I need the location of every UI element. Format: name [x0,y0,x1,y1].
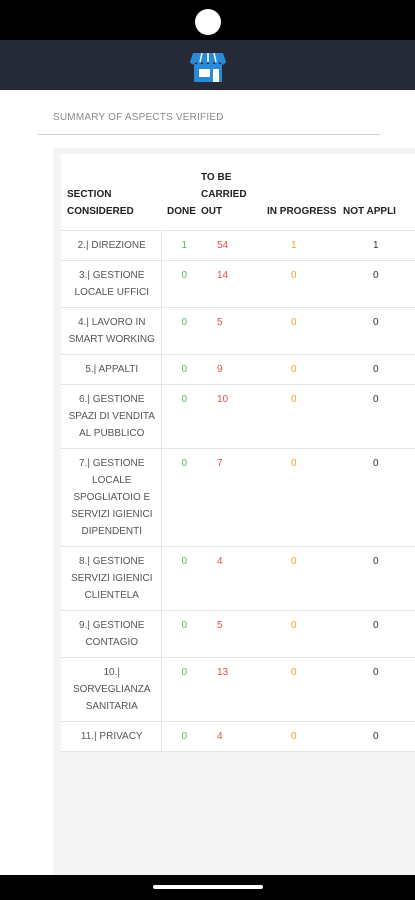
row-section: 6.| GESTIONE SPAZI DI VENDITA AL PUBBLIC… [61,384,162,449]
row-not-applicable-count: 0 [337,384,415,449]
row-done-count: 0 [161,260,195,308]
row-section: 10.| SORVEGLIANZA SANITARIA [61,657,162,722]
summary-table-container[interactable]: SECTION CONSIDERED DONE TO BE CARRIED OU… [53,148,415,875]
row-done-count: 0 [161,657,195,722]
table-row[interactable]: 9.| GESTIONE CONTAGIO 0 5 0 0 [61,610,415,658]
table-row[interactable]: 4.| LAVORO IN SMART WORKING 0 5 0 0 [61,307,415,355]
app-header [0,40,415,90]
row-todo-count: 13 [195,657,261,722]
home-indicator[interactable] [153,885,263,889]
table-row[interactable]: 3.| GESTIONE LOCALE UFFICI 0 14 0 0 [61,260,415,308]
table-row[interactable]: 6.| GESTIONE SPAZI DI VENDITA AL PUBBLIC… [61,384,415,449]
row-not-applicable-count: 1 [337,230,415,261]
row-not-applicable-count: 0 [337,448,415,547]
row-done-count: 0 [161,384,195,449]
store-icon[interactable] [188,50,228,84]
divider [38,134,380,135]
summary-title: SUMMARY OF ASPECTS VERIFIED [53,112,224,123]
row-done-count: 0 [161,721,195,752]
row-done-count: 0 [161,610,195,658]
row-todo-count: 5 [195,610,261,658]
table-row[interactable]: 7.| GESTIONE LOCALE SPOGLIATOIO E SERVIZ… [61,448,415,547]
header-done: DONE [161,154,196,231]
row-done-count: 0 [161,307,195,355]
row-section: 7.| GESTIONE LOCALE SPOGLIATOIO E SERVIZ… [61,448,162,547]
row-not-applicable-count: 0 [337,657,415,722]
table-row[interactable]: 8.| GESTIONE SERVIZI IGIENICI CLIENTELA 0… [61,546,415,611]
row-not-applicable-count: 0 [337,354,415,385]
row-progress-count: 1 [261,230,337,261]
row-progress-count: 0 [261,610,337,658]
row-progress-count: 0 [261,260,337,308]
row-todo-count: 14 [195,260,261,308]
row-progress-count: 0 [261,721,337,752]
row-progress-count: 0 [261,354,337,385]
row-section: 5.| APPALTI [61,354,162,385]
header-section: SECTION CONSIDERED [61,154,161,231]
row-todo-count: 9 [195,354,261,385]
table-row[interactable]: 5.| APPALTI 0 9 0 0 [61,354,415,385]
row-not-applicable-count: 0 [337,260,415,308]
row-done-count: 0 [161,546,195,611]
header-todo: TO BE CARRIED OUT [195,154,261,231]
row-not-applicable-count: 0 [337,610,415,658]
row-todo-count: 4 [195,546,261,611]
row-done-count: 1 [161,230,195,261]
row-todo-count: 10 [195,384,261,449]
row-done-count: 0 [161,354,195,385]
row-done-count: 0 [161,448,195,547]
main-content: SUMMARY OF ASPECTS VERIFIED SECTION CONS… [0,90,415,875]
row-section: 4.| LAVORO IN SMART WORKING [61,307,162,355]
row-section: 2.| DIREZIONE [61,230,162,261]
header-not-applicable: NOT APPLI [337,154,415,231]
table-header-row: SECTION CONSIDERED DONE TO BE CARRIED OU… [61,154,415,231]
row-todo-count: 4 [195,721,261,752]
row-progress-count: 0 [261,384,337,449]
row-section: 9.| GESTIONE CONTAGIO [61,610,162,658]
row-progress-count: 0 [261,307,337,355]
row-section: 11.| PRIVACY [61,721,162,752]
row-progress-count: 0 [261,546,337,611]
summary-table: SECTION CONSIDERED DONE TO BE CARRIED OU… [61,154,415,752]
row-not-applicable-count: 0 [337,546,415,611]
row-section: 8.| GESTIONE SERVIZI IGIENICI CLIENTELA [61,546,162,611]
status-bar [0,0,415,40]
table-row[interactable]: 2.| DIREZIONE 1 54 1 1 [61,230,415,261]
camera-cutout [195,9,221,35]
table-row[interactable]: 11.| PRIVACY 0 4 0 0 [61,721,415,752]
row-section: 3.| GESTIONE LOCALE UFFICI [61,260,162,308]
row-todo-count: 5 [195,307,261,355]
table-row[interactable]: 10.| SORVEGLIANZA SANITARIA 0 13 0 0 [61,657,415,722]
row-not-applicable-count: 0 [337,721,415,752]
navigation-bar [0,875,415,900]
row-progress-count: 0 [261,657,337,722]
row-not-applicable-count: 0 [337,307,415,355]
row-todo-count: 7 [195,448,261,547]
row-progress-count: 0 [261,448,337,547]
header-progress: IN PROGRESS [261,154,337,231]
row-todo-count: 54 [195,230,261,261]
